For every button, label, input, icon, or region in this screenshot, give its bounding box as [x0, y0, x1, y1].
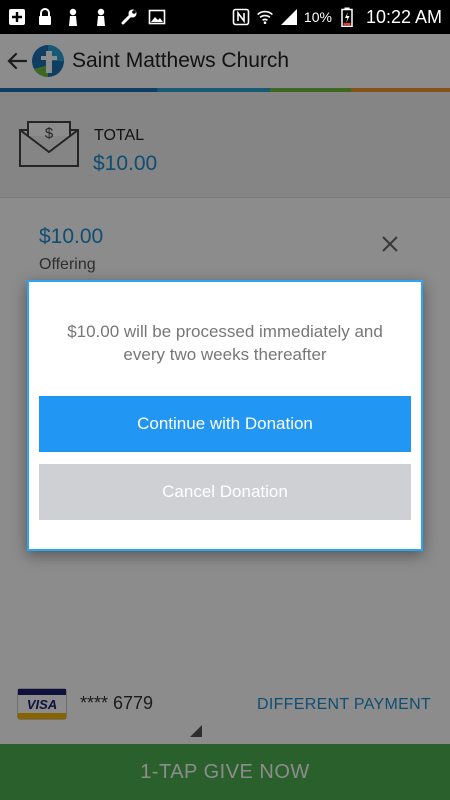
person-icon [92, 8, 110, 26]
image-icon [148, 8, 166, 26]
status-bar-notifications [8, 8, 166, 26]
nfc-icon [232, 8, 250, 26]
battery-icon [338, 7, 356, 27]
lock-icon [36, 8, 54, 26]
status-bar: 10% 10:22 AM [0, 0, 450, 34]
confirm-dialog: $10.00 will be processed immediately and… [27, 280, 423, 551]
continue-donation-button[interactable]: Continue with Donation [39, 396, 411, 452]
signal-icon [280, 8, 298, 26]
battery-percent: 10% [303, 9, 332, 25]
status-bar-system: 10% 10:22 AM [232, 7, 442, 28]
wrench-icon [120, 8, 138, 26]
clock: 10:22 AM [365, 6, 442, 27]
cancel-donation-button[interactable]: Cancel Donation [39, 464, 411, 520]
wifi-icon [256, 8, 274, 26]
dialog-message: $10.00 will be processed immediately and… [67, 322, 383, 364]
add-box-icon [8, 8, 26, 26]
person-icon [64, 8, 82, 26]
